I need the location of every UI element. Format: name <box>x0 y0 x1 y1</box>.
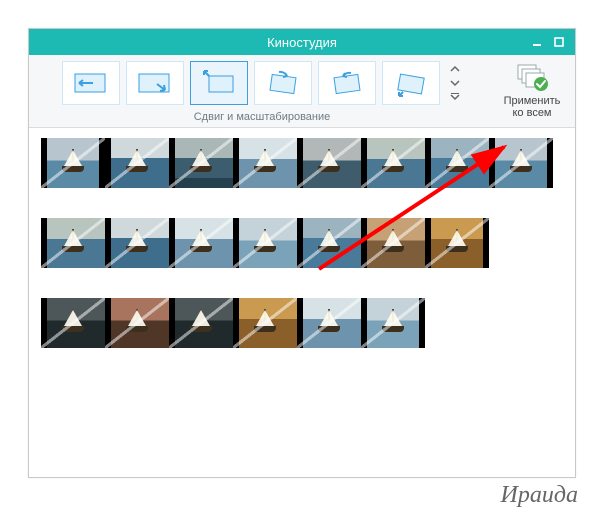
gallery-up-button[interactable] <box>448 62 462 76</box>
clip[interactable] <box>297 138 361 188</box>
maximize-button[interactable] <box>553 36 565 48</box>
clip[interactable] <box>425 218 489 268</box>
window-controls <box>531 29 571 55</box>
titlebar: Киностудия <box>29 29 575 55</box>
clip[interactable] <box>233 298 297 348</box>
pan-zoom-group: Сдвиг и масштабирование <box>37 61 487 123</box>
clip[interactable] <box>361 138 425 188</box>
effect-options <box>62 61 462 105</box>
timeline-row <box>41 218 563 270</box>
ribbon: Сдвиг и масштабирование Применить ко все… <box>29 55 575 128</box>
timeline-row <box>41 138 563 190</box>
clip[interactable] <box>361 298 425 348</box>
clip[interactable] <box>105 298 169 348</box>
clip[interactable] <box>169 218 233 268</box>
clip[interactable] <box>297 298 361 348</box>
clip[interactable] <box>233 218 297 268</box>
gallery-expand-button[interactable] <box>448 90 462 104</box>
ribbon-group-label: Сдвиг и масштабирование <box>194 111 331 123</box>
timeline <box>29 128 575 350</box>
clip[interactable] <box>41 298 105 348</box>
clip[interactable] <box>489 138 553 188</box>
window-title: Киностудия <box>267 35 337 50</box>
watermark-signature: Ираида <box>501 482 578 509</box>
effect-option-5[interactable] <box>318 61 376 105</box>
clip[interactable] <box>361 218 425 268</box>
minimize-button[interactable] <box>531 36 543 48</box>
clip[interactable] <box>297 218 361 268</box>
effect-option-6[interactable] <box>382 61 440 105</box>
clip[interactable] <box>233 138 297 188</box>
apply-to-all-icon <box>514 63 550 93</box>
clip[interactable] <box>41 138 105 188</box>
gallery-down-button[interactable] <box>448 76 462 90</box>
clip[interactable] <box>105 138 169 188</box>
clip[interactable] <box>169 138 233 188</box>
effect-option-2[interactable] <box>126 61 184 105</box>
apply-to-all-label: Применить ко всем <box>504 95 561 119</box>
effect-option-3[interactable] <box>190 61 248 105</box>
timeline-row <box>41 298 563 350</box>
effect-option-4[interactable] <box>254 61 312 105</box>
apply-to-all-button[interactable]: Применить ко всем <box>497 61 567 119</box>
effect-option-1[interactable] <box>62 61 120 105</box>
clip[interactable] <box>105 218 169 268</box>
app-window: Киностудия <box>28 28 576 478</box>
clip[interactable] <box>169 298 233 348</box>
gallery-scroll <box>448 62 462 104</box>
clip[interactable] <box>41 218 105 268</box>
clip[interactable] <box>425 138 489 188</box>
